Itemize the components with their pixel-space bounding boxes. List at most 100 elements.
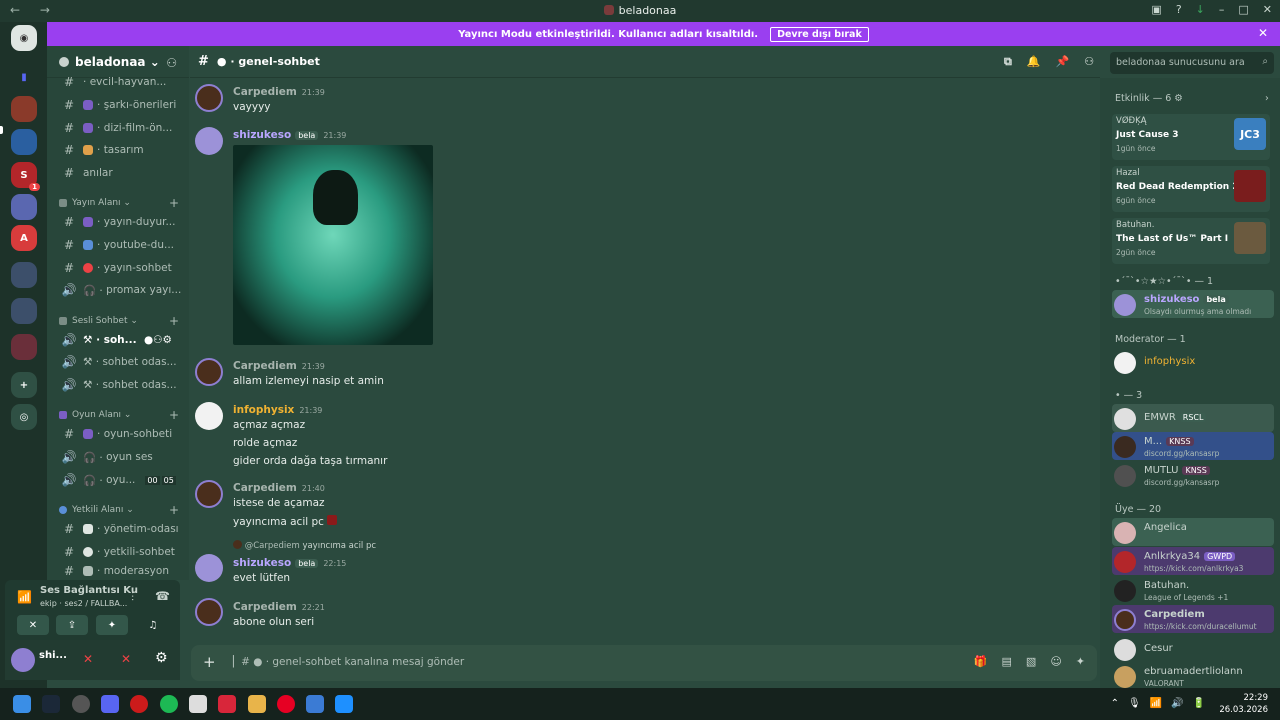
voice-channel-sohbet3[interactable]: 🔊 ⚒ · sohbet odas... xyxy=(59,375,183,395)
avatar[interactable] xyxy=(195,358,223,386)
voice-channel-sohbet2[interactable]: 🔊 ⚒ · sohbet odas... xyxy=(59,352,183,372)
activity-header[interactable]: Etkinlik — 6 ⚙ › xyxy=(1115,93,1269,104)
soundboard-button[interactable]: ♫ xyxy=(137,615,169,635)
sticker-icon[interactable]: ▧ xyxy=(1026,655,1036,668)
composer-placeholder[interactable]: ▏# ● · genel-sohbet kanalına mesaj gönde… xyxy=(233,656,464,668)
author-name[interactable]: Carpediem xyxy=(233,601,297,613)
author-name[interactable]: shizukeso xyxy=(233,557,291,569)
apps-icon[interactable]: ✦ xyxy=(1076,655,1085,668)
avatar[interactable] xyxy=(195,402,223,430)
voice-channel-oyun-ses[interactable]: 🔊 🎧 · oyun ses xyxy=(59,447,183,467)
azure-icon[interactable] xyxy=(335,695,353,713)
activities-button[interactable]: ✦ xyxy=(96,615,128,635)
threads-icon[interactable]: ⧉ xyxy=(1004,55,1012,69)
disable-streamer-button[interactable]: Devre dışı bırak xyxy=(770,26,869,42)
pinterest-icon[interactable] xyxy=(277,695,295,713)
camera-off-button[interactable]: ✕ xyxy=(17,615,49,635)
avatar[interactable] xyxy=(11,648,35,672)
username[interactable]: shi... xyxy=(39,650,67,661)
discover-icon[interactable]: ◎ xyxy=(11,404,37,430)
maximize-icon[interactable]: □ xyxy=(1238,3,1248,16)
disconnect-icon[interactable]: ☎ xyxy=(155,589,170,603)
voice-channel-oyun[interactable]: 🔊 🎧 · oyu... 00 05 xyxy=(59,470,183,490)
member-item[interactable]: M... KNSS discord.gg/kansasrp xyxy=(1112,432,1274,460)
add-server-icon[interactable]: + xyxy=(11,372,37,398)
server-icon-3[interactable]: S1 xyxy=(11,162,40,191)
channel-moderasyon[interactable]: # · moderasyon xyxy=(59,564,183,578)
clock[interactable]: 22:29 26.03.2026 xyxy=(1219,692,1268,716)
server-folder-2[interactable] xyxy=(11,298,37,324)
channel-oyun-sohbeti[interactable]: # · oyun-sohbeti xyxy=(59,424,183,444)
acrobat-icon[interactable] xyxy=(218,695,236,713)
gift-icon[interactable]: 🎁 xyxy=(974,655,988,668)
message-composer[interactable]: + ▏# ● · genel-sohbet kanalına mesaj gön… xyxy=(191,645,1097,681)
channel-promax[interactable]: 🔊 🎧 · promax yayı... xyxy=(59,280,183,300)
member-item[interactable]: Cesur xyxy=(1112,635,1274,663)
channel-yonetim[interactable]: # · yönetim-odası xyxy=(59,519,183,539)
channel-dizi[interactable]: # · dizi-film-ön... xyxy=(59,118,183,138)
activity-card[interactable]: Hazal Red Dead Redemption 2 6gün önce xyxy=(1112,166,1270,212)
vscode-icon[interactable] xyxy=(306,695,324,713)
channel-youtube[interactable]: # · youtube-du... xyxy=(59,235,183,255)
emoji-icon[interactable]: ☺ xyxy=(1050,655,1061,668)
member-item[interactable]: ebruamadertliolann VALORANT xyxy=(1112,662,1274,688)
channel-sarki[interactable]: # · şarkı-önerileri xyxy=(59,95,183,115)
mute-icon[interactable]: ✕ xyxy=(83,652,93,666)
attach-plus-icon[interactable]: + xyxy=(203,653,216,671)
member-item[interactable]: MUTLU KNSS discord.gg/kansasrp xyxy=(1112,461,1274,489)
start-icon[interactable] xyxy=(13,695,31,713)
settings-icon[interactable]: ⚙ xyxy=(155,650,168,666)
channel-evcil[interactable]: # · evcil-hayvan... xyxy=(59,72,183,92)
avatar[interactable] xyxy=(195,127,223,155)
category-sesli[interactable]: Sesli Sohbet ⌄ + xyxy=(59,314,183,328)
reply-preview[interactable]: @Carpediem yayıncıma acil pc xyxy=(233,540,376,551)
channel-anilar[interactable]: # anılar xyxy=(59,163,183,183)
server-folder[interactable] xyxy=(11,262,37,288)
server-icon-4[interactable] xyxy=(11,194,37,220)
voice-channel-sohbet[interactable]: 🔊 ⚒ · soh... ●⚇⚙ xyxy=(59,330,183,350)
download-icon[interactable]: ↓ xyxy=(1196,3,1205,16)
members-icon[interactable]: ⚇ xyxy=(1084,55,1094,69)
server-search-input[interactable]: beladonaa sunucusunu ara ⌕ xyxy=(1110,52,1274,74)
category-yetkili[interactable]: Yetkili Alanı ⌄ + xyxy=(59,503,183,517)
channel-tasarim[interactable]: # · tasarım xyxy=(59,140,183,160)
spotify-icon[interactable] xyxy=(160,695,178,713)
opera-icon[interactable] xyxy=(130,695,148,713)
deafen-icon[interactable]: ✕ xyxy=(121,652,131,666)
member-item[interactable]: Batuhan. League of Legends +1 xyxy=(1112,576,1274,604)
author-name[interactable]: Carpediem xyxy=(233,86,297,98)
author-name[interactable]: Carpediem xyxy=(233,482,297,494)
server-icon-2[interactable] xyxy=(11,129,37,155)
member-item[interactable]: infophysix xyxy=(1112,348,1274,376)
category-yayin[interactable]: Yayın Alanı ⌄ + xyxy=(59,196,183,210)
minimize-icon[interactable]: – xyxy=(1219,3,1225,16)
author-name[interactable]: Carpediem xyxy=(233,360,297,372)
app-icon[interactable] xyxy=(189,695,207,713)
member-item[interactable]: shizukeso bela Olsaydı olurmuş ama olmadı xyxy=(1112,290,1274,318)
help-icon[interactable]: ? xyxy=(1176,3,1182,16)
github-icon[interactable] xyxy=(72,695,90,713)
server-beladonaa[interactable] xyxy=(11,334,37,360)
member-item[interactable]: Anlkrkya34 GWPD https://kick.com/anlkrkya… xyxy=(1112,547,1274,575)
server-icon-1[interactable] xyxy=(11,96,37,122)
author-name[interactable]: shizukeso xyxy=(233,129,291,141)
screen-share-button[interactable]: ⇪ xyxy=(56,615,88,635)
add-member-icon[interactable]: ⚇ xyxy=(166,56,177,70)
author-name[interactable]: infophysix xyxy=(233,404,294,416)
banner-close-icon[interactable]: ✕ xyxy=(1258,26,1268,40)
category-oyun[interactable]: Oyun Alanı ⌄ + xyxy=(59,408,183,422)
inbox-icon[interactable]: ▣ xyxy=(1151,3,1161,16)
noise-icon[interactable]: ⫶ xyxy=(131,590,134,605)
folder-icon[interactable] xyxy=(248,695,266,713)
tray-icons[interactable]: ⌃🎙📶🔊🔋 xyxy=(1111,698,1214,709)
avatar[interactable] xyxy=(195,480,223,508)
member-item[interactable]: Carpediem https://kick.com/duracellumut xyxy=(1112,605,1274,633)
server-icon-5[interactable]: A xyxy=(11,225,37,251)
channel-yetkili-sohbet[interactable]: # · yetkili-sohbet xyxy=(59,542,183,562)
channel-yayin-sohbet[interactable]: # · yayın-sohbet xyxy=(59,258,183,278)
member-item[interactable]: Angelica xyxy=(1112,518,1274,546)
avatar[interactable] xyxy=(195,84,223,112)
home-icon[interactable]: ◉ xyxy=(11,25,37,51)
discord-icon[interactable] xyxy=(101,695,119,713)
chat-icon[interactable]: ●⚇⚙ xyxy=(144,334,172,346)
